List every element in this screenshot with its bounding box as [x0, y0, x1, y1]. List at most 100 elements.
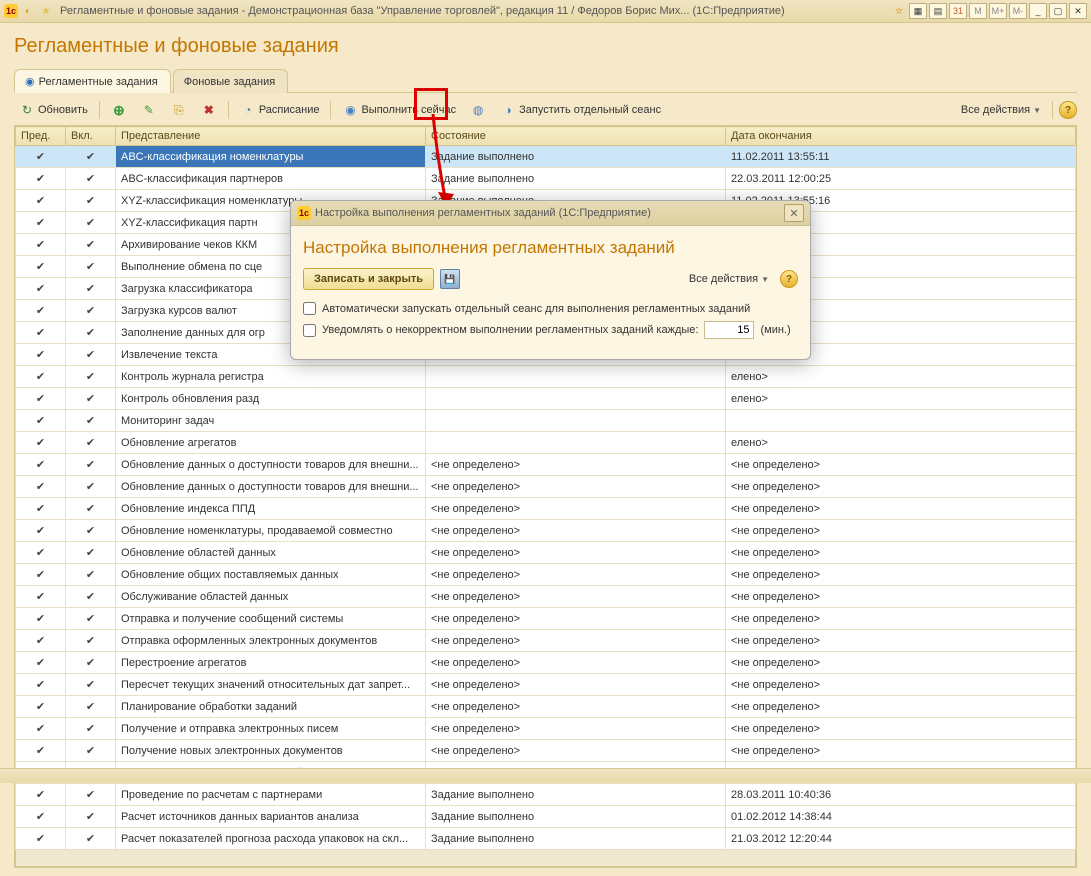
- cell-enabled: ✔: [66, 586, 116, 608]
- tb-calc-icon[interactable]: ▤: [929, 3, 947, 19]
- schedule-button[interactable]: ◔Расписание: [235, 99, 325, 121]
- cell-date: <не определено>: [726, 542, 1076, 564]
- copy-button[interactable]: ⎘: [166, 99, 192, 121]
- cell-pred: ✔: [16, 542, 66, 564]
- tb-mminus-icon[interactable]: M-: [1009, 3, 1027, 19]
- cell-repr: Мониторинг задач: [116, 410, 426, 432]
- cell-enabled: ✔: [66, 344, 116, 366]
- cell-enabled: ✔: [66, 190, 116, 212]
- cell-pred: ✔: [16, 278, 66, 300]
- cell-repr: Проведение по расчетам с партнерами: [116, 784, 426, 806]
- table-row[interactable]: ✔✔Расчет показателей прогноза расхода уп…: [16, 828, 1076, 850]
- cell-pred: ✔: [16, 454, 66, 476]
- cell-pred: ✔: [16, 344, 66, 366]
- table-row[interactable]: ✔✔Пересчет текущих значений относительны…: [16, 674, 1076, 696]
- table-row[interactable]: ✔✔Обновление данных о доступности товаро…: [16, 454, 1076, 476]
- cell-enabled: ✔: [66, 278, 116, 300]
- cell-date: <не определено>: [726, 586, 1076, 608]
- cell-pred: ✔: [16, 476, 66, 498]
- table-row[interactable]: ✔✔Мониторинг задач: [16, 410, 1076, 432]
- tab-background-jobs[interactable]: Фоновые задания: [173, 69, 288, 93]
- cell-date: <не определено>: [726, 564, 1076, 586]
- cell-enabled: ✔: [66, 256, 116, 278]
- table-row[interactable]: ✔✔Планирование обработки заданий<не опре…: [16, 696, 1076, 718]
- dialog-titlebar[interactable]: 1c Настройка выполнения регламентных зад…: [291, 201, 810, 226]
- cell-date: [726, 410, 1076, 432]
- table-row[interactable]: ✔✔ABC-классификация номенклатурыЗадание …: [16, 146, 1076, 168]
- table-row[interactable]: ✔✔Получение новых электронных документов…: [16, 740, 1076, 762]
- dialog-window-title: Настройка выполнения регламентных задани…: [311, 207, 784, 219]
- cell-pred: ✔: [16, 432, 66, 454]
- table-row[interactable]: ✔✔Расчет источников данных вариантов ана…: [16, 806, 1076, 828]
- tab-scheduled-jobs[interactable]: ◉ Регламентные задания: [14, 69, 171, 93]
- cell-enabled: ✔: [66, 212, 116, 234]
- table-row[interactable]: ✔✔Отправка и получение сообщений системы…: [16, 608, 1076, 630]
- delete-button[interactable]: ✖: [196, 99, 222, 121]
- tb-m-icon[interactable]: M: [969, 3, 987, 19]
- star-icon[interactable]: ★: [38, 3, 54, 19]
- cell-repr: Обновление агрегатов: [116, 432, 426, 454]
- refresh-button[interactable]: ↻Обновить: [14, 99, 93, 121]
- close-button[interactable]: ✕: [1069, 3, 1087, 19]
- h-scrollbar[interactable]: [15, 850, 1076, 867]
- table-row[interactable]: ✔✔ABC-классификация партнеровЗадание вып…: [16, 168, 1076, 190]
- col-state[interactable]: Состояние: [426, 127, 726, 146]
- cell-pred: ✔: [16, 828, 66, 850]
- edit-button[interactable]: ✎: [136, 99, 162, 121]
- cell-date: <не определено>: [726, 476, 1076, 498]
- help-button[interactable]: ?: [1059, 101, 1077, 119]
- cell-repr: Обновление областей данных: [116, 542, 426, 564]
- all-actions-button[interactable]: Все действия ▼: [956, 101, 1046, 119]
- back-icon[interactable]: ◐: [20, 3, 36, 19]
- cell-pred: ✔: [16, 146, 66, 168]
- cell-pred: ✔: [16, 740, 66, 762]
- start-session-button[interactable]: ◑Запустить отдельный сеанс: [495, 99, 666, 121]
- table-row[interactable]: ✔✔Отправка оформленных электронных докум…: [16, 630, 1076, 652]
- cell-pred: ✔: [16, 652, 66, 674]
- table-row[interactable]: ✔✔Контроль журнала регистраелено>: [16, 366, 1076, 388]
- tb-tool1-icon[interactable]: ▦: [909, 3, 927, 19]
- table-row[interactable]: ✔✔Обновление номенклатуры, продаваемой с…: [16, 520, 1076, 542]
- dialog-close-button[interactable]: ✕: [784, 204, 804, 222]
- table-row[interactable]: ✔✔Получение и отправка электронных писем…: [16, 718, 1076, 740]
- settings-button[interactable]: ◍: [465, 99, 491, 121]
- table-row[interactable]: ✔✔Обновление областей данных<не определе…: [16, 542, 1076, 564]
- table-row[interactable]: ✔✔Перестроение агрегатов<не определено><…: [16, 652, 1076, 674]
- cell-pred: ✔: [16, 190, 66, 212]
- save-and-close-button[interactable]: Записать и закрыть: [303, 268, 434, 290]
- maximize-button[interactable]: ▢: [1049, 3, 1067, 19]
- col-date[interactable]: Дата окончания: [726, 127, 1076, 146]
- minutes-input[interactable]: [704, 321, 754, 339]
- table-row[interactable]: ✔✔Обновление агрегатовелено>: [16, 432, 1076, 454]
- app-1c-icon: 1c: [4, 4, 18, 18]
- col-enabled[interactable]: Вкл.: [66, 127, 116, 146]
- dialog-help-button[interactable]: ?: [780, 270, 798, 288]
- cell-state: [426, 432, 726, 454]
- fav-add-icon[interactable]: ✮: [891, 3, 907, 19]
- save-icon[interactable]: 💾: [440, 269, 460, 289]
- run-now-button[interactable]: ◉Выполнить сейчас: [337, 99, 461, 121]
- dialog-all-actions-button[interactable]: Все действия ▼: [684, 270, 774, 288]
- tb-mplus-icon[interactable]: M+: [989, 3, 1007, 19]
- col-pred[interactable]: Пред.: [16, 127, 66, 146]
- cell-repr: Контроль обновления разд: [116, 388, 426, 410]
- table-row[interactable]: ✔✔Обслуживание областей данных<не опреде…: [16, 586, 1076, 608]
- page-title: Регламентные и фоновые задания: [14, 35, 1077, 58]
- table-row[interactable]: ✔✔Обновление данных о доступности товаро…: [16, 476, 1076, 498]
- table-row[interactable]: ✔✔Проведение по расчетам с партнерамиЗад…: [16, 784, 1076, 806]
- auto-start-checkbox[interactable]: [303, 302, 316, 315]
- cell-pred: ✔: [16, 366, 66, 388]
- cell-date: <не определено>: [726, 674, 1076, 696]
- table-row[interactable]: ✔✔Обновление индекса ППД<не определено><…: [16, 498, 1076, 520]
- col-repr[interactable]: Представление: [116, 127, 426, 146]
- cell-state: <не определено>: [426, 740, 726, 762]
- table-row[interactable]: ✔✔Обновление общих поставляемых данных<н…: [16, 564, 1076, 586]
- notify-checkbox[interactable]: [303, 324, 316, 337]
- status-bar: [0, 768, 1091, 783]
- cell-pred: ✔: [16, 608, 66, 630]
- minimize-button[interactable]: _: [1029, 3, 1047, 19]
- add-button[interactable]: ⊕: [106, 99, 132, 121]
- cell-pred: ✔: [16, 212, 66, 234]
- table-row[interactable]: ✔✔Контроль обновления разделено>: [16, 388, 1076, 410]
- tb-calendar-icon[interactable]: 31: [949, 3, 967, 19]
